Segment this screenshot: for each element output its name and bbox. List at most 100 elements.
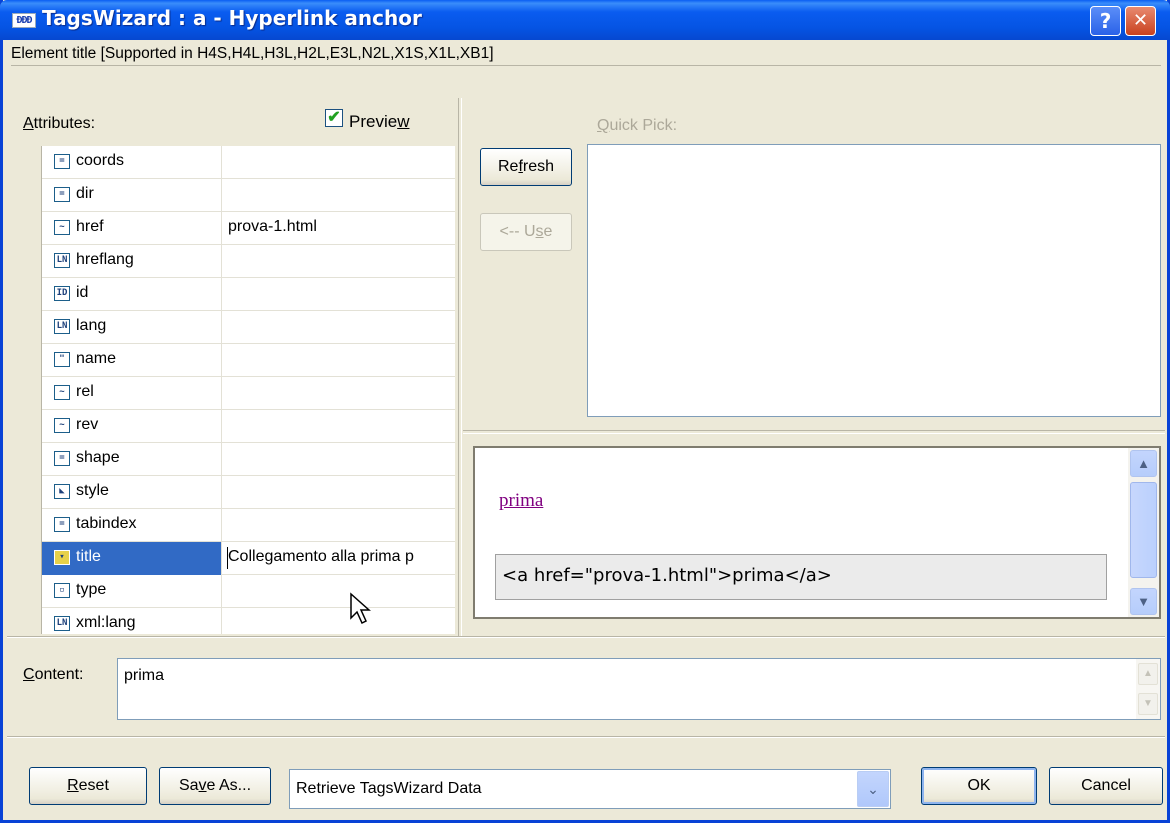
- preview-checkbox[interactable]: ✔: [325, 109, 343, 127]
- attribute-row-id[interactable]: ID id: [42, 278, 455, 311]
- attribute-row-title[interactable]: ▾ title Collegamento alla prima p: [42, 542, 455, 575]
- attribute-value-cell[interactable]: [222, 410, 455, 443]
- attribute-name: style: [76, 482, 109, 499]
- attribute-value-cell[interactable]: [222, 146, 455, 179]
- attribute-name-cell[interactable]: = tabindex: [42, 509, 222, 542]
- attribute-row-xml-lang[interactable]: LN xml:lang: [42, 608, 455, 634]
- attribute-name-cell[interactable]: ~ rev: [42, 410, 222, 443]
- attribute-value-cell[interactable]: [222, 377, 455, 410]
- attribute-row-hreflang[interactable]: LN hreflang: [42, 245, 455, 278]
- combo-value: Retrieve TagsWizard Data: [296, 780, 482, 797]
- attribute-row-name[interactable]: " name: [42, 344, 455, 377]
- attributes-label: Attributes:: [23, 115, 96, 132]
- attribute-row-href[interactable]: ~ href prova-1.html: [42, 212, 455, 245]
- attribute-name-cell[interactable]: ~ rel: [42, 377, 222, 410]
- attribute-value-cell[interactable]: prova-1.html: [222, 212, 455, 245]
- attribute-row-lang[interactable]: LN lang: [42, 311, 455, 344]
- element-title: Element title [Supported in H4S,H4L,H3L,…: [11, 42, 1161, 66]
- content-scroll-up-icon[interactable]: ▲: [1138, 663, 1158, 685]
- attribute-value-cell[interactable]: [222, 443, 455, 476]
- attribute-name-cell[interactable]: ◣ style: [42, 476, 222, 509]
- content-textarea[interactable]: prima ▲ ▼: [117, 658, 1161, 720]
- reset-button[interactable]: Reset: [29, 767, 147, 805]
- action-combobox[interactable]: Retrieve TagsWizard Data ⌄: [289, 769, 891, 809]
- attribute-name-cell[interactable]: = dir: [42, 179, 222, 212]
- content-scroll-down-icon[interactable]: ▼: [1138, 693, 1158, 715]
- attribute-name: rel: [76, 383, 94, 400]
- attribute-row-type[interactable]: ▫ type: [42, 575, 455, 608]
- ok-button[interactable]: OK: [921, 767, 1037, 805]
- attribute-name-cell[interactable]: LN lang: [42, 311, 222, 344]
- attribute-value-cell[interactable]: [222, 179, 455, 212]
- tagswizard-dialog: ĐĐĐ TagsWizard : a - Hyperlink anchor ? …: [0, 0, 1170, 823]
- attribute-value-cell[interactable]: [222, 509, 455, 542]
- scroll-up-icon[interactable]: ▲: [1130, 450, 1157, 477]
- attribute-type-icon: =: [54, 517, 70, 532]
- attribute-name-cell[interactable]: " name: [42, 344, 222, 377]
- attribute-row-style[interactable]: ◣ style: [42, 476, 455, 509]
- attribute-value-cell[interactable]: [222, 311, 455, 344]
- attribute-name-cell[interactable]: ID id: [42, 278, 222, 311]
- footer-separator: [7, 736, 1165, 738]
- attribute-row-rel[interactable]: ~ rel: [42, 377, 455, 410]
- attribute-row-coords[interactable]: = coords: [42, 146, 455, 179]
- attribute-type-icon: ~: [54, 220, 70, 235]
- attribute-value-cell[interactable]: [222, 245, 455, 278]
- attribute-value-cell[interactable]: [222, 575, 455, 608]
- close-button[interactable]: ✕: [1125, 6, 1156, 36]
- scroll-down-icon[interactable]: ▼: [1130, 588, 1157, 615]
- help-button[interactable]: ?: [1090, 6, 1121, 36]
- attribute-row-rev[interactable]: ~ rev: [42, 410, 455, 443]
- content-label: Content:: [23, 666, 84, 683]
- attribute-name: hreflang: [76, 251, 134, 268]
- cancel-button[interactable]: Cancel: [1049, 767, 1163, 805]
- horizontal-splitter[interactable]: [463, 430, 1165, 434]
- attribute-name-cell[interactable]: ~ href: [42, 212, 222, 245]
- refresh-button[interactable]: Refresh: [480, 148, 572, 186]
- attribute-type-icon: ▫: [54, 583, 70, 598]
- attribute-name-cell[interactable]: LN xml:lang: [42, 608, 222, 634]
- attribute-row-tabindex[interactable]: = tabindex: [42, 509, 455, 542]
- attribute-type-icon: =: [54, 154, 70, 169]
- attribute-name-cell[interactable]: = coords: [42, 146, 222, 179]
- use-button[interactable]: <-- Use: [480, 213, 572, 251]
- content-text: prima: [124, 667, 165, 684]
- attribute-name: href: [76, 218, 104, 235]
- attribute-value-cell[interactable]: [222, 476, 455, 509]
- attribute-grid[interactable]: = coords = dir ~ href prova-1.html LN hreflang ID…: [41, 146, 455, 634]
- preview-scrollbar[interactable]: ▲ ▼: [1128, 448, 1159, 617]
- attribute-value-cell[interactable]: [222, 344, 455, 377]
- text-caret: [227, 547, 228, 569]
- quick-pick-list[interactable]: [587, 144, 1161, 417]
- window-title: TagsWizard : a - Hyperlink anchor: [42, 6, 422, 30]
- save-as-button[interactable]: Save As...: [159, 767, 271, 805]
- attribute-name-cell[interactable]: ▾ title: [42, 542, 222, 575]
- attribute-name: id: [76, 284, 89, 301]
- vertical-splitter[interactable]: [458, 98, 462, 638]
- attribute-row-dir[interactable]: = dir: [42, 179, 455, 212]
- attribute-type-icon: LN: [54, 319, 70, 334]
- scroll-thumb[interactable]: [1130, 482, 1157, 578]
- chevron-down-icon[interactable]: ⌄: [857, 771, 889, 807]
- attribute-name-cell[interactable]: LN hreflang: [42, 245, 222, 278]
- attribute-name: name: [76, 350, 117, 367]
- attribute-value-cell[interactable]: [222, 608, 455, 634]
- attribute-row-shape[interactable]: = shape: [42, 443, 455, 476]
- attribute-type-icon: ": [54, 352, 70, 367]
- attribute-type-icon: LN: [54, 253, 70, 268]
- preview-checkbox-label[interactable]: Preview: [349, 112, 409, 132]
- content-scrollbar[interactable]: ▲ ▼: [1136, 659, 1160, 719]
- attribute-value-cell[interactable]: Collegamento alla prima p: [222, 542, 455, 575]
- attribute-name-cell[interactable]: = shape: [42, 443, 222, 476]
- attribute-name: tabindex: [76, 515, 137, 532]
- attribute-name: dir: [76, 185, 94, 202]
- attribute-type-icon: LN: [54, 616, 70, 631]
- attribute-name: lang: [76, 317, 107, 334]
- attribute-name-cell[interactable]: ▫ type: [42, 575, 222, 608]
- attribute-type-icon: ~: [54, 418, 70, 433]
- quick-pick-label: Quick Pick:: [597, 117, 678, 134]
- attribute-type-icon: =: [54, 451, 70, 466]
- title-bar[interactable]: ĐĐĐ TagsWizard : a - Hyperlink anchor ? …: [0, 0, 1170, 40]
- preview-link[interactable]: prima: [499, 490, 543, 512]
- attribute-value-cell[interactable]: [222, 278, 455, 311]
